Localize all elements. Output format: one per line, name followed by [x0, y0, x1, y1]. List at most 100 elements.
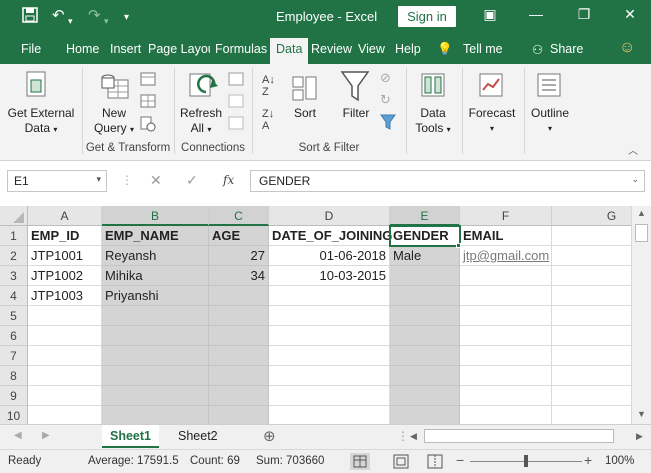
cell-c7[interactable]: [209, 346, 269, 366]
cell-f9[interactable]: [460, 386, 552, 406]
row-header-7[interactable]: 7: [0, 346, 28, 366]
cell-e10[interactable]: [390, 406, 460, 424]
normal-view-icon[interactable]: [350, 453, 370, 470]
cell-a5[interactable]: [28, 306, 102, 326]
column-header-b[interactable]: B: [102, 206, 209, 226]
tab-formulas[interactable]: Formulas: [215, 42, 267, 56]
zoom-level[interactable]: 100%: [605, 455, 634, 467]
scroll-down-icon[interactable]: ▼: [637, 409, 646, 419]
cell-c1[interactable]: AGE: [209, 226, 269, 246]
cell-e3[interactable]: [390, 266, 460, 286]
cell-c6[interactable]: [209, 326, 269, 346]
row-header-3[interactable]: 3: [0, 266, 28, 286]
cell-a2[interactable]: JTP1001: [28, 246, 102, 266]
name-box-dropdown-icon[interactable]: ▾: [96, 174, 101, 185]
cell-d4[interactable]: [269, 286, 390, 306]
worksheet-grid[interactable]: A B C D E F G 1 2 3 4 5 6 7 8 9 10 EMP_I…: [0, 206, 631, 424]
formula-bar-options-icon[interactable]: ⋮: [121, 173, 133, 187]
zoom-in-icon[interactable]: +: [584, 452, 592, 468]
cell-b4[interactable]: Priyanshi: [102, 286, 209, 306]
cell-g3[interactable]: [552, 266, 631, 286]
tab-home[interactable]: Home: [66, 42, 99, 56]
cell-e2[interactable]: Male: [390, 246, 460, 266]
cell-g10[interactable]: [552, 406, 631, 424]
cell-e4[interactable]: [390, 286, 460, 306]
cell-g8[interactable]: [552, 366, 631, 386]
collapse-ribbon-icon[interactable]: ︿: [628, 142, 638, 157]
cell-c8[interactable]: [209, 366, 269, 386]
new-sheet-icon[interactable]: ⊕: [263, 427, 276, 445]
cell-d6[interactable]: [269, 326, 390, 346]
select-all-button[interactable]: [0, 206, 28, 226]
sort-a-to-z-icon[interactable]: A↓ Z: [262, 74, 275, 98]
cell-f8[interactable]: [460, 366, 552, 386]
cell-e5[interactable]: [390, 306, 460, 326]
column-header-f[interactable]: F: [460, 206, 552, 226]
cell-d7[interactable]: [269, 346, 390, 366]
insert-function-icon[interactable]: fx: [223, 173, 234, 187]
page-layout-view-icon[interactable]: [392, 454, 410, 472]
next-sheet-icon[interactable]: ▶: [42, 430, 50, 441]
undo-icon[interactable]: ↶: [52, 7, 65, 25]
refresh-all-button[interactable]: Refresh All ▾: [178, 106, 224, 137]
zoom-slider-thumb[interactable]: [524, 455, 528, 467]
cell-a9[interactable]: [28, 386, 102, 406]
previous-sheet-icon[interactable]: ◀: [14, 430, 22, 441]
show-queries-icon[interactable]: [140, 72, 156, 89]
sheet-tab-sheet1[interactable]: Sheet1: [102, 425, 159, 448]
cell-b10[interactable]: [102, 406, 209, 424]
cell-b8[interactable]: [102, 366, 209, 386]
cell-f10[interactable]: [460, 406, 552, 424]
get-external-data-button[interactable]: Get External Data ▾: [4, 106, 78, 137]
cell-a10[interactable]: [28, 406, 102, 424]
cell-g9[interactable]: [552, 386, 631, 406]
undo-dropdown-icon[interactable]: ▾: [68, 12, 73, 30]
connections-icon[interactable]: [228, 72, 244, 89]
sign-in-button[interactable]: Sign in: [398, 6, 456, 27]
cell-f3[interactable]: [460, 266, 552, 286]
cell-a3[interactable]: JTP1002: [28, 266, 102, 286]
cell-g5[interactable]: [552, 306, 631, 326]
cell-d2[interactable]: 01-06-2018: [269, 246, 390, 266]
row-header-6[interactable]: 6: [0, 326, 28, 346]
horizontal-scroll-thumb[interactable]: [424, 429, 614, 443]
cell-b3[interactable]: Mihika: [102, 266, 209, 286]
scroll-up-icon[interactable]: ▲: [637, 208, 646, 218]
column-header-a[interactable]: A: [28, 206, 102, 226]
cell-a4[interactable]: JTP1003: [28, 286, 102, 306]
cell-c3[interactable]: 34: [209, 266, 269, 286]
data-tools-button[interactable]: Data Tools ▾: [410, 106, 456, 137]
cell-c10[interactable]: [209, 406, 269, 424]
cell-c9[interactable]: [209, 386, 269, 406]
cell-g2[interactable]: [552, 246, 631, 266]
cell-d8[interactable]: [269, 366, 390, 386]
fill-handle[interactable]: [456, 243, 461, 248]
tell-me-search[interactable]: Tell me: [463, 42, 503, 56]
cell-d5[interactable]: [269, 306, 390, 326]
cell-b7[interactable]: [102, 346, 209, 366]
cell-a6[interactable]: [28, 326, 102, 346]
column-header-g[interactable]: G: [552, 206, 631, 226]
row-header-1[interactable]: 1: [0, 226, 28, 246]
scroll-left-icon[interactable]: ◀: [410, 431, 417, 442]
column-header-c[interactable]: C: [209, 206, 269, 226]
zoom-out-icon[interactable]: −: [456, 452, 464, 468]
cell-f5[interactable]: [460, 306, 552, 326]
tab-view[interactable]: View: [358, 42, 385, 56]
expand-formula-bar-icon[interactable]: ⌄: [631, 174, 639, 185]
sort-button[interactable]: Sort: [288, 106, 322, 121]
row-header-10[interactable]: 10: [0, 406, 28, 424]
cell-g7[interactable]: [552, 346, 631, 366]
cell-e6[interactable]: [390, 326, 460, 346]
tab-help[interactable]: Help: [395, 42, 421, 56]
scroll-right-icon[interactable]: ▶: [636, 431, 643, 442]
cell-b6[interactable]: [102, 326, 209, 346]
name-box[interactable]: E1 ▾: [7, 170, 107, 192]
cell-g4[interactable]: [552, 286, 631, 306]
advanced-filter-icon[interactable]: [380, 114, 396, 133]
column-header-e[interactable]: E: [390, 206, 460, 226]
cell-d3[interactable]: 10-03-2015: [269, 266, 390, 286]
tab-split-handle-icon[interactable]: ⋮: [397, 429, 409, 443]
share-button[interactable]: Share: [550, 42, 583, 56]
cell-a7[interactable]: [28, 346, 102, 366]
